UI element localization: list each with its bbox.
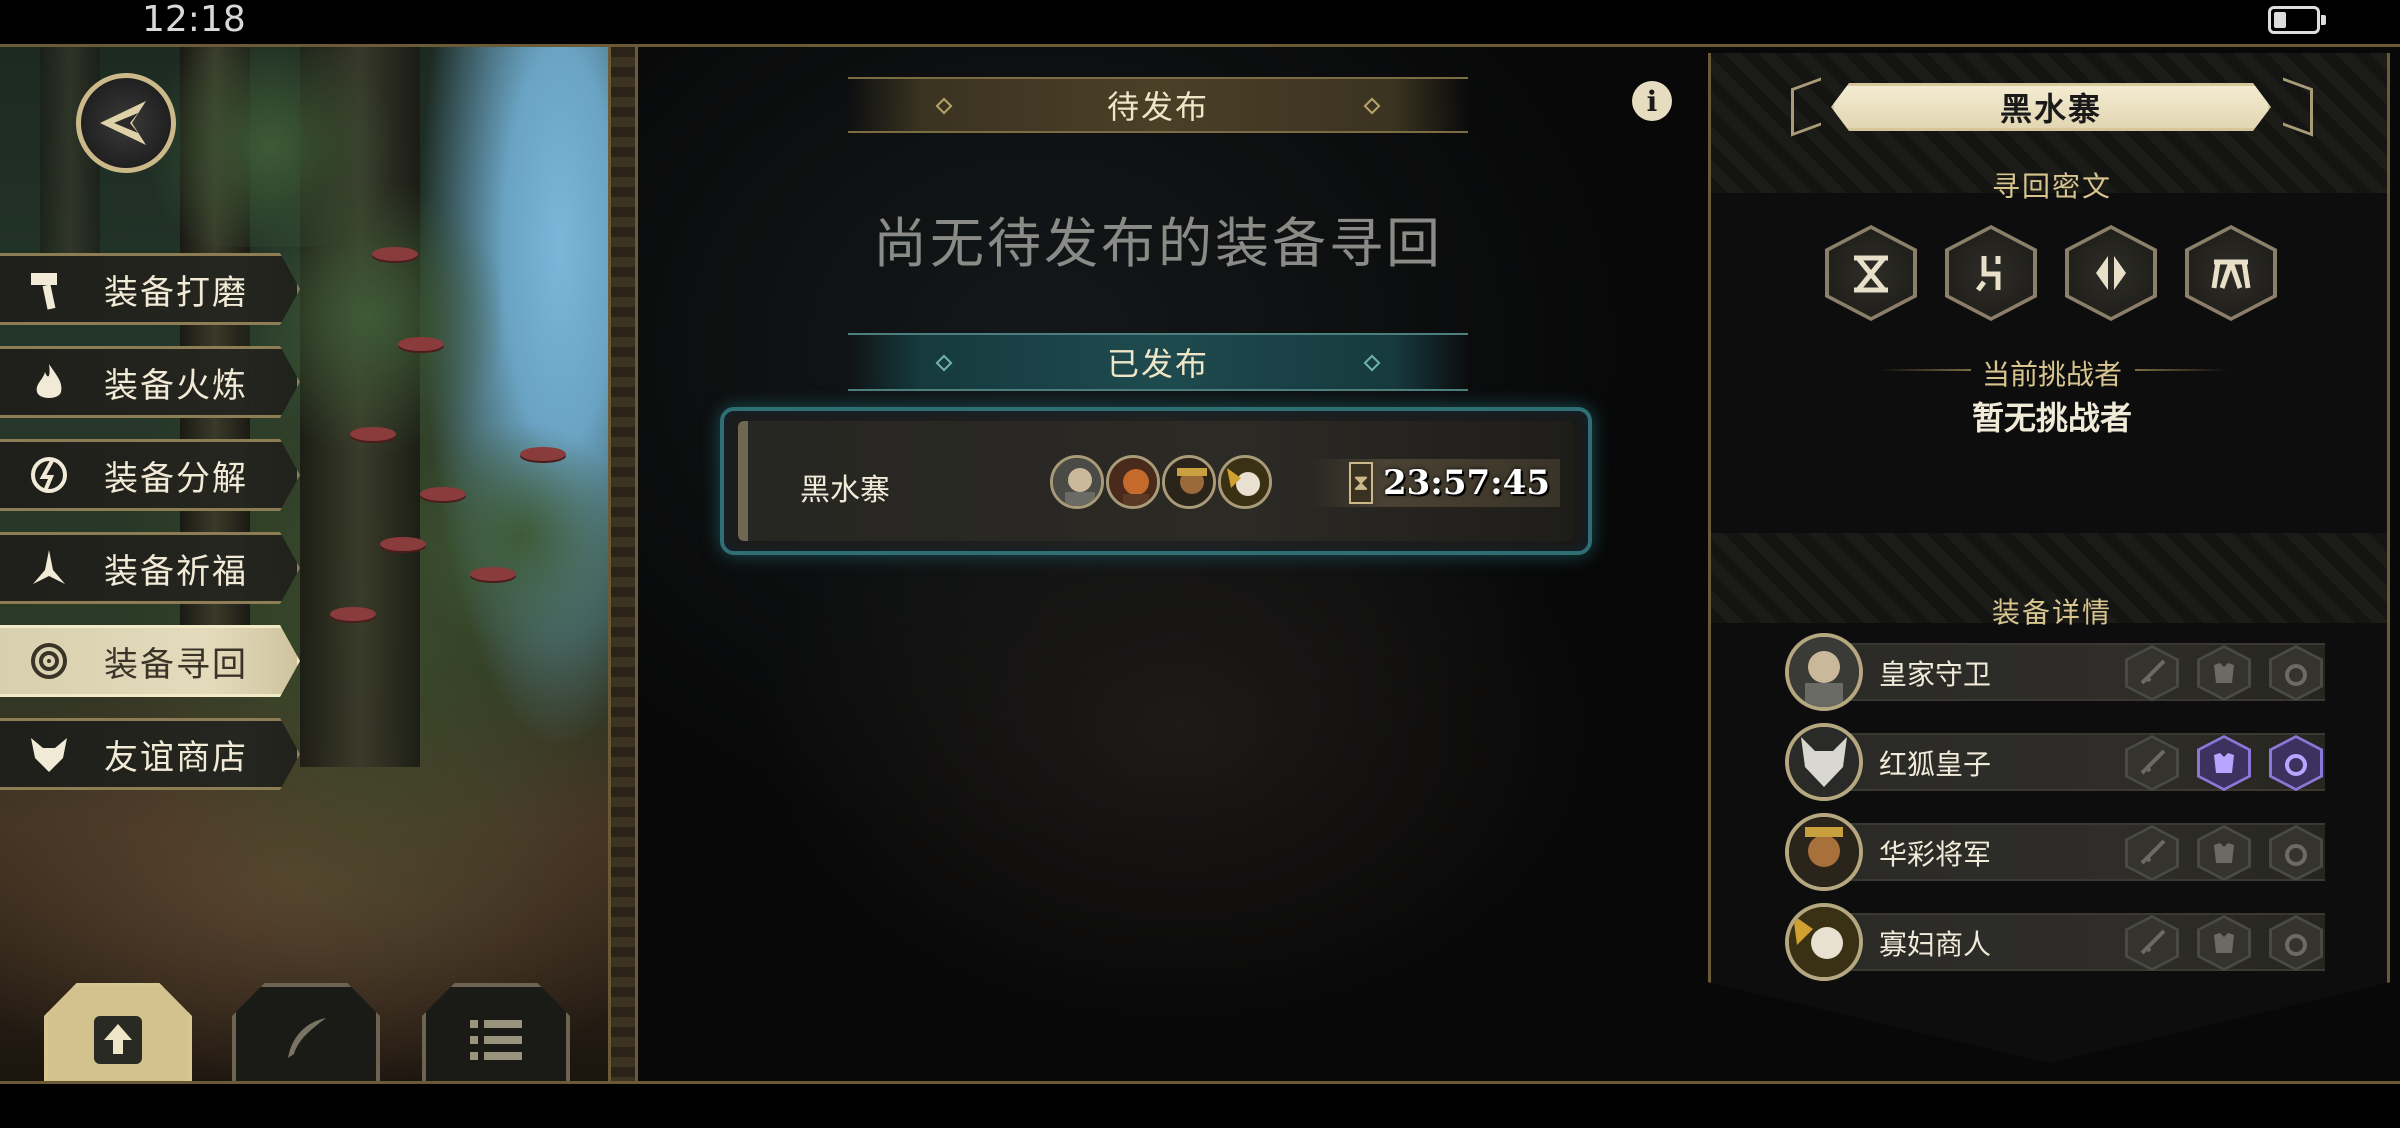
hero-portrait-icon	[1785, 723, 1863, 801]
info-icon[interactable]: i	[1632, 81, 1672, 121]
menu-label: 装备打磨	[104, 272, 248, 313]
ornate-divider	[608, 47, 638, 1081]
rune-1-icon[interactable]	[1825, 225, 1917, 321]
menu-item-decompose[interactable]: 装备分解	[0, 439, 300, 511]
published-quest-card[interactable]: 黑水寨 ⧗ 23:57:45	[720, 407, 1592, 555]
rune-3-icon[interactable]	[2065, 225, 2157, 321]
hero-name: 华彩将军	[1879, 838, 1992, 871]
forest-scenery: 装备打磨 装备火炼 装备分解 装备祈福 装备寻回 友谊商店	[0, 47, 610, 1081]
menu-label: 友谊商店	[104, 737, 248, 778]
menu-item-shop[interactable]: 友谊商店	[0, 718, 300, 790]
published-header: 已发布	[848, 333, 1468, 391]
menu-label: 装备分解	[104, 458, 248, 499]
clock: 12:18	[142, 0, 246, 40]
tab-feather[interactable]	[232, 983, 380, 1081]
hero-row[interactable]: 皇家守卫	[1785, 633, 2325, 711]
center-panel: 待发布 i 尚无待发布的装备寻回 已发布 黑水寨 ⧗ 23:57:45	[638, 47, 1698, 1081]
hero-name: 红狐皇子	[1879, 748, 1992, 781]
pending-header-label: 待发布	[1106, 88, 1209, 126]
rune-2-icon[interactable]	[1945, 225, 2037, 321]
challenger-label: 当前挑战者	[1981, 358, 2122, 391]
menu-item-bless[interactable]: 装备祈福	[0, 532, 300, 604]
navigation-bar	[0, 1084, 2400, 1128]
menu-item-polish[interactable]: 装备打磨	[0, 253, 300, 325]
hero-portrait-icon	[1785, 903, 1863, 981]
tab-upload[interactable]	[44, 983, 192, 1081]
equipment-label: 装备详情	[1991, 596, 2112, 629]
game-screen: 装备打磨 装备火炼 装备分解 装备祈福 装备寻回 友谊商店 待发布 i 尚无待发…	[0, 44, 2400, 1084]
back-arrow-icon	[100, 101, 146, 145]
empty-pending-message: 尚无待发布的装备寻回	[873, 212, 1443, 275]
challenger-value: 暂无挑战者	[1971, 399, 2132, 437]
pray-hands-icon	[24, 543, 74, 593]
hero-name: 皇家守卫	[1879, 658, 1992, 691]
menu-label: 装备寻回	[104, 644, 248, 685]
menu-item-retrieve[interactable]: 装备寻回	[0, 625, 300, 697]
menu-label: 装备祈福	[104, 551, 248, 592]
hero-row[interactable]: 红狐皇子	[1785, 723, 2325, 801]
list-icon	[470, 1020, 522, 1060]
detail-title-plate: 黑水寨	[1831, 83, 2271, 131]
pending-header: 待发布	[848, 77, 1468, 133]
menu-label: 装备火炼	[104, 365, 248, 406]
detail-panel: 黑水寨 寻回密文 当前挑战者 暂无挑战者 装备详情 皇家守卫 红狐皇子 华彩将军…	[1698, 47, 2400, 1081]
status-bar: 12:18	[0, 0, 2400, 44]
hero-portrait-icon	[1785, 633, 1863, 711]
upload-icon	[94, 1016, 142, 1064]
tab-list[interactable]	[422, 983, 570, 1081]
detail-title: 黑水寨	[1999, 90, 2102, 128]
decompose-icon	[24, 450, 74, 500]
hourglass-icon: ⧗	[1348, 462, 1373, 504]
quest-timer: ⧗ 23:57:45	[1310, 459, 1560, 507]
hero-portrait-icon	[1785, 813, 1863, 891]
spiral-target-icon	[24, 636, 74, 686]
hammer-icon	[24, 264, 74, 314]
hero-portrait-icon	[1050, 455, 1104, 509]
runes-label: 寻回密文	[1991, 170, 2112, 203]
rune-4-icon[interactable]	[2185, 225, 2277, 321]
hero-portrait-icon	[1106, 455, 1160, 509]
hero-portrait-icon	[1218, 455, 1272, 509]
feather-icon	[288, 1018, 326, 1058]
hero-row[interactable]: 寡妇商人	[1785, 903, 2325, 981]
fox-head-icon	[24, 729, 74, 779]
back-button[interactable]	[76, 73, 176, 173]
flame-icon	[24, 357, 74, 407]
hero-portrait-icon	[1162, 455, 1216, 509]
battery-icon	[2268, 6, 2326, 34]
hero-name: 寡妇商人	[1879, 928, 1992, 961]
timer-text: 23:57:45	[1382, 463, 1550, 503]
published-header-label: 已发布	[1106, 345, 1209, 383]
menu-item-forge[interactable]: 装备火炼	[0, 346, 300, 418]
quest-name: 黑水寨	[800, 473, 890, 508]
hero-row[interactable]: 华彩将军	[1785, 813, 2325, 891]
